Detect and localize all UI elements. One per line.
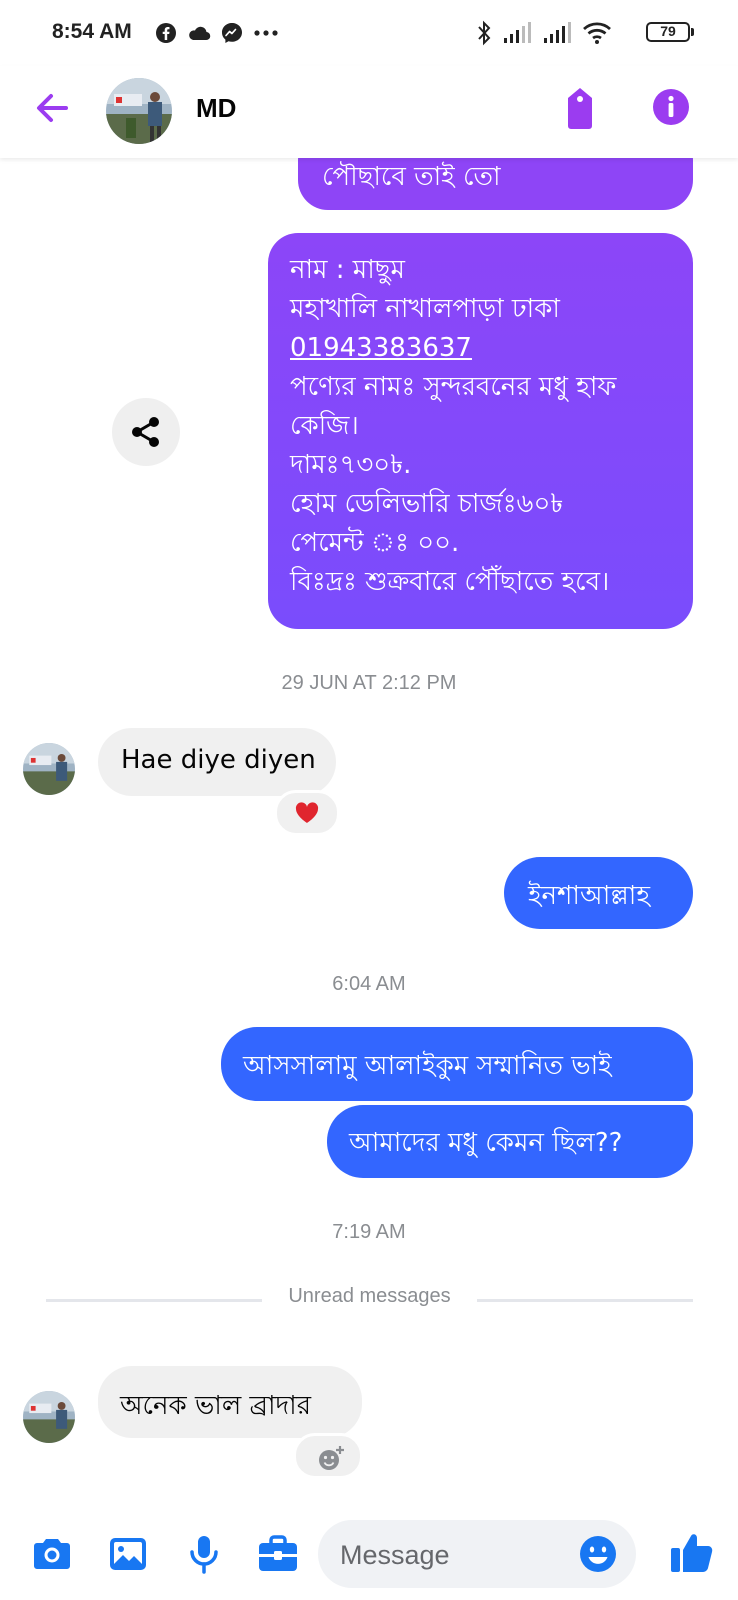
battery-icon: 79 xyxy=(646,22,694,42)
business-tools-button[interactable] xyxy=(256,1532,300,1576)
heart-icon xyxy=(295,802,319,823)
microphone-icon xyxy=(190,1536,218,1574)
order-payment-line: পেমেন্ট ঃ ০০. xyxy=(290,528,460,558)
avatar-photo xyxy=(23,1391,75,1443)
order-delivery-line: হোম ডেলিভারি চার্জঃ৬০৳ xyxy=(290,489,564,519)
info-icon xyxy=(653,89,689,125)
message-input-container xyxy=(318,1520,636,1588)
bluetooth-icon xyxy=(478,20,491,46)
contact-name[interactable]: MD xyxy=(196,93,236,124)
order-product-line-cont: কেজি। xyxy=(290,411,359,441)
contact-avatar[interactable] xyxy=(106,78,172,144)
avatar-photo xyxy=(106,78,172,144)
tag-icon xyxy=(568,88,592,129)
avatar-photo xyxy=(23,743,75,795)
like-button[interactable] xyxy=(668,1528,716,1576)
signal-icon xyxy=(504,22,531,43)
add-reaction-button[interactable] xyxy=(293,1433,363,1479)
outgoing-message[interactable]: ইনশাআল্লাহ xyxy=(504,857,693,929)
timestamp: 6:04 AM xyxy=(332,973,406,995)
messenger-icon xyxy=(222,23,242,43)
emoji-icon xyxy=(580,1536,616,1572)
message-text: পৌছাবে তাই তো xyxy=(322,162,501,192)
tag-button[interactable] xyxy=(562,86,598,130)
add-reaction-icon xyxy=(319,1446,344,1470)
cloud-icon xyxy=(189,26,211,41)
outgoing-order-message[interactable]: নাম : মাছুম মহাখালি নাখালপাড়া ঢাকা 0194… xyxy=(268,233,693,629)
message-text: অনেক ভাল ব্রাদার xyxy=(120,1391,312,1421)
message-text: Hae diye diyen xyxy=(121,745,316,775)
share-button[interactable] xyxy=(112,398,180,466)
message-composer xyxy=(0,1508,738,1600)
order-phone-link[interactable]: 01943383637 xyxy=(290,329,671,368)
status-time: 8:54 AM xyxy=(52,20,132,43)
incoming-message[interactable]: অনেক ভাল ব্রাদার xyxy=(98,1366,362,1438)
timestamp: 29 JUN AT 2:12 PM xyxy=(281,672,457,694)
message-text: ইনশাআল্লাহ xyxy=(528,881,650,911)
back-button[interactable] xyxy=(32,88,72,128)
contact-avatar-small[interactable] xyxy=(23,1391,75,1443)
share-icon xyxy=(132,417,159,447)
outgoing-message[interactable]: আসসালামু আলাইকুম সম্মানিত ভাই xyxy=(221,1027,693,1101)
gallery-button[interactable] xyxy=(106,1532,150,1576)
order-name-line: নাম : মাছুম xyxy=(290,255,405,285)
wifi-icon xyxy=(583,22,611,44)
emoji-button[interactable] xyxy=(578,1534,618,1574)
microphone-button[interactable] xyxy=(182,1532,226,1576)
back-arrow-icon xyxy=(37,94,68,122)
message-text: আমাদের মধু কেমন ছিল?? xyxy=(349,1128,623,1158)
outgoing-message[interactable]: আমাদের মধু কেমন ছিল?? xyxy=(327,1105,693,1178)
more-dots-icon xyxy=(254,30,278,36)
unread-label: Unread messages xyxy=(288,1285,451,1307)
order-address-line: মহাখালি নাখালপাড়া ঢাকা xyxy=(290,294,560,324)
status-left-icons xyxy=(155,20,279,46)
unread-divider: Unread messages xyxy=(46,1285,693,1315)
camera-button[interactable] xyxy=(30,1532,74,1576)
camera-icon xyxy=(34,1539,70,1569)
contact-avatar-small[interactable] xyxy=(23,743,75,795)
heart-reaction[interactable] xyxy=(274,790,340,836)
timestamp: 7:19 AM xyxy=(332,1221,406,1243)
order-product-line: পণ্যের নামঃ সুন্দরবনের মধু হাফ xyxy=(290,372,617,402)
status-right-icons xyxy=(476,18,674,48)
image-icon xyxy=(110,1538,146,1570)
briefcase-icon xyxy=(259,1535,297,1571)
facebook-icon xyxy=(156,23,176,43)
message-input[interactable] xyxy=(338,1532,572,1578)
message-text: আসসালামু আলাইকুম সম্মানিত ভাই xyxy=(243,1051,612,1081)
info-button[interactable] xyxy=(652,88,690,126)
order-price-line: দামঃ৭৩০৳. xyxy=(290,450,412,480)
signal-icon xyxy=(544,22,571,43)
chat-header: MD xyxy=(0,66,738,158)
order-note-line: বিঃদ্রঃ শুক্রবারে পৌঁছাতে হবে। xyxy=(290,567,610,597)
incoming-message[interactable]: Hae diye diyen xyxy=(98,728,336,796)
status-bar: 8:54 AM 79 xyxy=(0,0,738,66)
thumbs-up-icon xyxy=(671,1534,713,1572)
